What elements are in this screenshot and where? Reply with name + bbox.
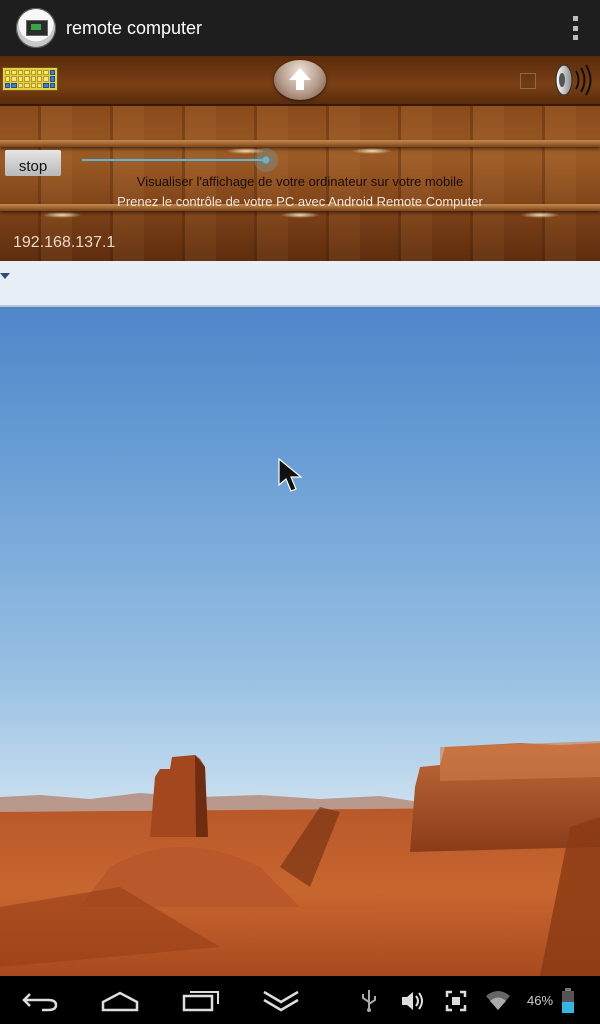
upload-arrow-icon[interactable] [274, 60, 326, 100]
overflow-menu-icon[interactable] [572, 16, 578, 40]
dropdown-triangle-icon[interactable] [0, 273, 10, 279]
shelf-light [352, 148, 392, 154]
hide-keyboard-icon[interactable] [262, 988, 300, 1014]
view-header-bar [0, 261, 600, 307]
quality-slider[interactable] [82, 159, 266, 161]
home-icon[interactable] [100, 990, 140, 1012]
volume-icon[interactable] [400, 990, 426, 1012]
keyboard-icon[interactable] [2, 67, 58, 91]
battery-icon [562, 988, 574, 1013]
battery-percent: 46% [527, 993, 554, 1008]
control-panel: Visualiser l'affichage de votre ordinate… [0, 56, 600, 261]
action-bar: remote computer [0, 0, 600, 57]
mouse-pointer-icon [278, 457, 303, 492]
back-icon[interactable] [22, 990, 60, 1012]
shelf-light [280, 212, 320, 218]
app-title: remote computer [66, 17, 203, 38]
checkbox[interactable] [520, 73, 536, 89]
system-nav-bar: 46% [0, 976, 600, 1024]
ip-address: 192.168.137.1 [13, 234, 116, 251]
speaker-icon[interactable] [550, 62, 596, 98]
info-text-control: Prenez le contrôle de votre PC avec Andr… [117, 194, 483, 209]
info-text-display: Visualiser l'affichage de votre ordinate… [136, 174, 464, 189]
app-icon[interactable] [16, 8, 56, 48]
desert-landscape-wallpaper [0, 741, 600, 976]
stop-button[interactable]: stop [5, 150, 61, 176]
wifi-icon [486, 991, 510, 1010]
screenshot-icon[interactable] [445, 990, 467, 1012]
usb-icon [362, 990, 376, 1012]
recent-apps-icon[interactable] [182, 988, 220, 1014]
remote-desktop-view[interactable] [0, 307, 600, 976]
shelf-light [520, 212, 560, 218]
panel-toolbar [0, 56, 600, 106]
shelf-divider [0, 140, 600, 147]
shelf-light [42, 212, 82, 218]
slider-thumb[interactable] [254, 148, 278, 172]
